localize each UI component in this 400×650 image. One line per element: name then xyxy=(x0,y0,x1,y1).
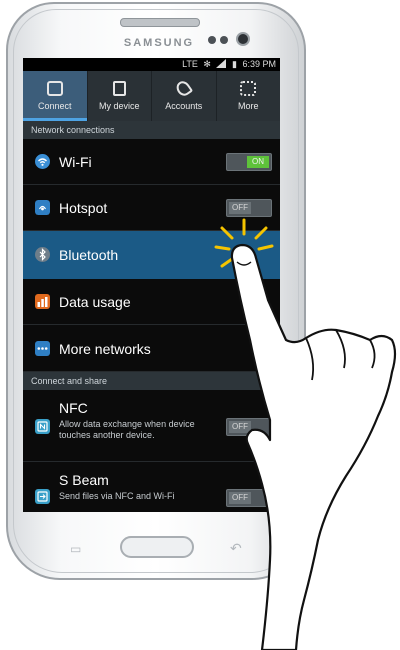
tapping-hand-illustration xyxy=(214,218,397,650)
hand-icon xyxy=(230,243,397,650)
